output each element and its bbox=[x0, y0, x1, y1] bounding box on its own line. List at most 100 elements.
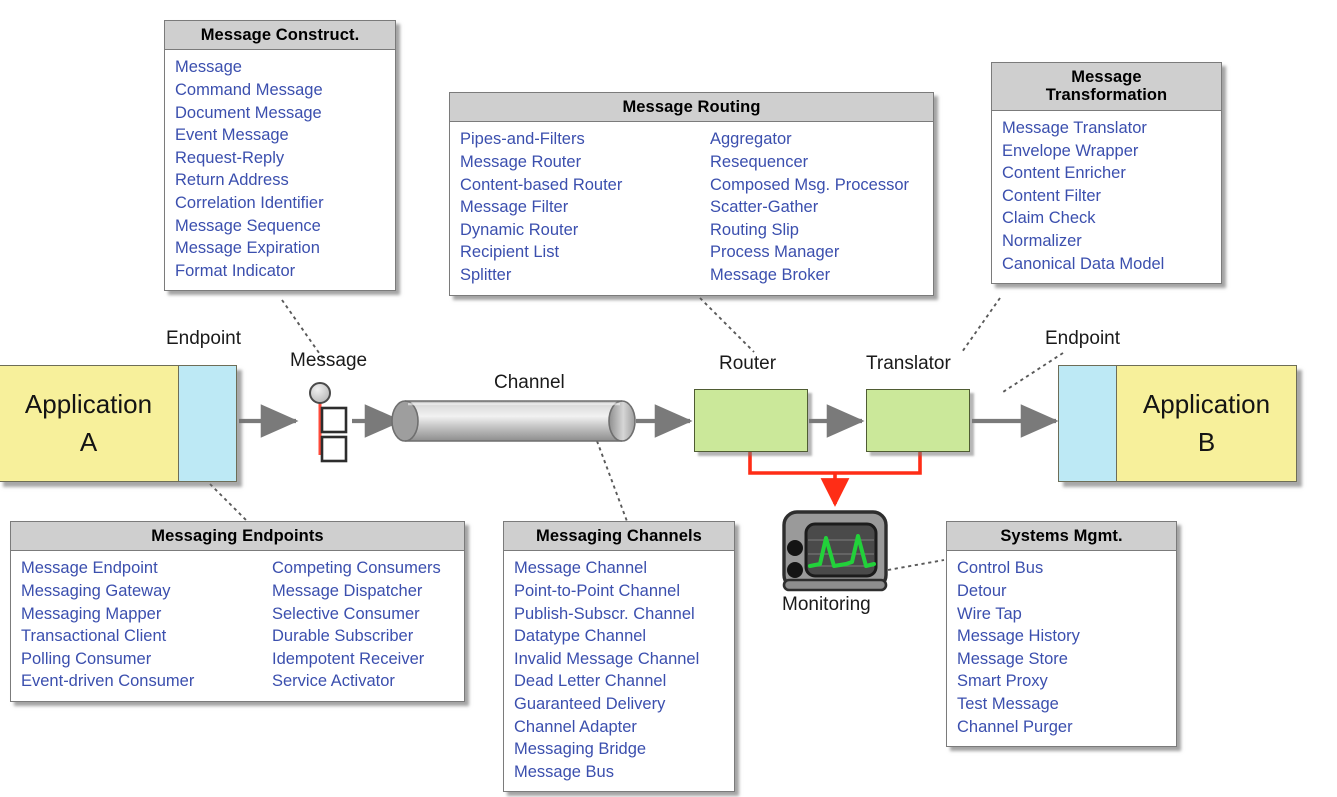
list-item[interactable]: Event Message bbox=[175, 124, 387, 147]
list-item[interactable]: Event-driven Consumer bbox=[21, 670, 254, 693]
list-item[interactable]: Return Address bbox=[175, 169, 387, 192]
list-item[interactable]: Channel Purger bbox=[957, 716, 1168, 739]
list-item[interactable]: Resequencer bbox=[710, 151, 925, 174]
list-item[interactable]: Message Channel bbox=[514, 557, 726, 580]
panel-message-transformation-column-1: Message Translator Envelope Wrapper Cont… bbox=[992, 117, 1221, 275]
label-translator: Translator bbox=[866, 353, 951, 374]
list-item[interactable]: Content Filter bbox=[1002, 185, 1213, 208]
list-item[interactable]: Document Message bbox=[175, 102, 387, 125]
list-item[interactable]: Message History bbox=[957, 625, 1168, 648]
list-item[interactable]: Dead Letter Channel bbox=[514, 670, 726, 693]
list-item[interactable]: Messaging Gateway bbox=[21, 580, 254, 603]
list-item[interactable]: Idempotent Receiver bbox=[272, 648, 456, 671]
list-item[interactable]: Message Endpoint bbox=[21, 557, 254, 580]
list-item[interactable]: Correlation Identifier bbox=[175, 192, 387, 215]
list-item[interactable]: Channel Adapter bbox=[514, 716, 726, 739]
list-item[interactable]: Envelope Wrapper bbox=[1002, 140, 1213, 163]
list-item[interactable]: Message Filter bbox=[460, 196, 692, 219]
message-icon bbox=[309, 382, 348, 463]
list-item[interactable]: Claim Check bbox=[1002, 207, 1213, 230]
list-item[interactable]: Scatter-Gather bbox=[710, 196, 925, 219]
list-item[interactable]: Message Broker bbox=[710, 264, 925, 287]
panel-message-routing-title: Message Routing bbox=[450, 93, 933, 123]
list-item[interactable]: Composed Msg. Processor bbox=[710, 174, 925, 197]
list-item[interactable]: Message Bus bbox=[514, 761, 726, 784]
list-item[interactable]: Splitter bbox=[460, 264, 692, 287]
label-endpoint-left: Endpoint bbox=[166, 328, 242, 349]
list-item[interactable]: Command Message bbox=[175, 79, 387, 102]
list-item[interactable]: Detour bbox=[957, 580, 1168, 603]
application-b-label: Application B bbox=[1117, 366, 1296, 481]
panel-messaging-endpoints[interactable]: Messaging Endpoints Message Endpoint Mes… bbox=[10, 521, 465, 703]
list-item[interactable]: Format Indicator bbox=[175, 260, 387, 283]
application-b-endpoint[interactable] bbox=[1059, 366, 1117, 481]
panel-messaging-channels[interactable]: Messaging Channels Message Channel Point… bbox=[503, 521, 735, 793]
list-item[interactable]: Aggregator bbox=[710, 128, 925, 151]
list-item[interactable]: Request-Reply bbox=[175, 147, 387, 170]
panel-message-transformation-title-line1: Message bbox=[1071, 68, 1142, 86]
panel-systems-mgmt[interactable]: Systems Mgmt. Control Bus Detour Wire Ta… bbox=[946, 521, 1177, 748]
list-item[interactable]: Point-to-Point Channel bbox=[514, 580, 726, 603]
list-item[interactable]: Polling Consumer bbox=[21, 648, 254, 671]
list-item[interactable]: Content Enricher bbox=[1002, 162, 1213, 185]
application-a-suffix: A bbox=[79, 426, 98, 457]
list-item[interactable]: Recipient List bbox=[460, 241, 692, 264]
list-item[interactable]: Normalizer bbox=[1002, 230, 1213, 253]
list-item[interactable]: Pipes-and-Filters bbox=[460, 128, 692, 151]
panel-message-transformation-title-line2: Transformation bbox=[1045, 86, 1168, 105]
list-item[interactable]: Process Manager bbox=[710, 241, 925, 264]
list-item[interactable]: Transactional Client bbox=[21, 625, 254, 648]
list-item[interactable]: Message Translator bbox=[1002, 117, 1213, 140]
list-item[interactable]: Message bbox=[175, 56, 387, 79]
application-b[interactable]: Application B bbox=[1058, 365, 1297, 482]
application-a-endpoint[interactable] bbox=[178, 366, 236, 481]
list-item[interactable]: Test Message bbox=[957, 693, 1168, 716]
label-message: Message bbox=[290, 350, 368, 371]
translator-component[interactable] bbox=[866, 389, 970, 452]
list-item[interactable]: Invalid Message Channel bbox=[514, 648, 726, 671]
panel-systems-mgmt-column-1: Control Bus Detour Wire Tap Message Hist… bbox=[947, 557, 1176, 738]
panel-message-routing-body: Pipes-and-Filters Message Router Content… bbox=[450, 122, 933, 294]
list-item[interactable]: Smart Proxy bbox=[957, 670, 1168, 693]
list-item[interactable]: Dynamic Router bbox=[460, 219, 692, 242]
panel-messaging-channels-column-1: Message Channel Point-to-Point Channel P… bbox=[504, 557, 734, 783]
list-item[interactable]: Selective Consumer bbox=[272, 603, 456, 626]
list-item[interactable]: Datatype Channel bbox=[514, 625, 726, 648]
application-a-name: Application bbox=[24, 388, 153, 419]
list-item[interactable]: Message Store bbox=[957, 648, 1168, 671]
monitoring-icon bbox=[782, 510, 888, 592]
application-b-name: Application bbox=[1142, 388, 1271, 419]
panel-message-routing-column-2: Aggregator Resequencer Composed Msg. Pro… bbox=[700, 128, 933, 286]
list-item[interactable]: Message Router bbox=[460, 151, 692, 174]
router-component[interactable] bbox=[694, 389, 808, 452]
panel-message-construct[interactable]: Message Construct. Message Command Messa… bbox=[164, 20, 396, 292]
panel-message-construct-title: Message Construct. bbox=[165, 21, 395, 51]
panel-message-transformation-body: Message Translator Envelope Wrapper Cont… bbox=[992, 111, 1221, 283]
list-item[interactable]: Service Activator bbox=[272, 670, 456, 693]
list-item[interactable]: Control Bus bbox=[957, 557, 1168, 580]
list-item[interactable]: Messaging Bridge bbox=[514, 738, 726, 761]
list-item[interactable]: Guaranteed Delivery bbox=[514, 693, 726, 716]
application-a-label: Application A bbox=[0, 366, 178, 481]
list-item[interactable]: Routing Slip bbox=[710, 219, 925, 242]
list-item[interactable]: Message Sequence bbox=[175, 215, 387, 238]
application-a[interactable]: Application A bbox=[0, 365, 237, 482]
panel-message-transformation[interactable]: Message Transformation Message Translato… bbox=[991, 62, 1222, 285]
list-item[interactable]: Canonical Data Model bbox=[1002, 253, 1213, 276]
list-item[interactable]: Message Dispatcher bbox=[272, 580, 456, 603]
panel-message-routing[interactable]: Message Routing Pipes-and-Filters Messag… bbox=[449, 92, 934, 296]
list-item[interactable]: Message Expiration bbox=[175, 237, 387, 260]
list-item[interactable]: Durable Subscriber bbox=[272, 625, 456, 648]
panel-messaging-endpoints-column-2: Competing Consumers Message Dispatcher S… bbox=[262, 557, 464, 693]
diagram-canvas: Message Construct. Message Command Messa… bbox=[0, 0, 1337, 797]
panel-messaging-endpoints-title: Messaging Endpoints bbox=[11, 522, 464, 552]
list-item[interactable]: Publish-Subscr. Channel bbox=[514, 603, 726, 626]
panel-messaging-channels-body: Message Channel Point-to-Point Channel P… bbox=[504, 551, 734, 791]
list-item[interactable]: Content-based Router bbox=[460, 174, 692, 197]
list-item[interactable]: Messaging Mapper bbox=[21, 603, 254, 626]
panel-message-construct-body: Message Command Message Document Message… bbox=[165, 50, 395, 290]
label-endpoint-right: Endpoint bbox=[1045, 328, 1121, 349]
list-item[interactable]: Wire Tap bbox=[957, 603, 1168, 626]
channel-pipe-icon bbox=[391, 400, 636, 442]
list-item[interactable]: Competing Consumers bbox=[272, 557, 456, 580]
